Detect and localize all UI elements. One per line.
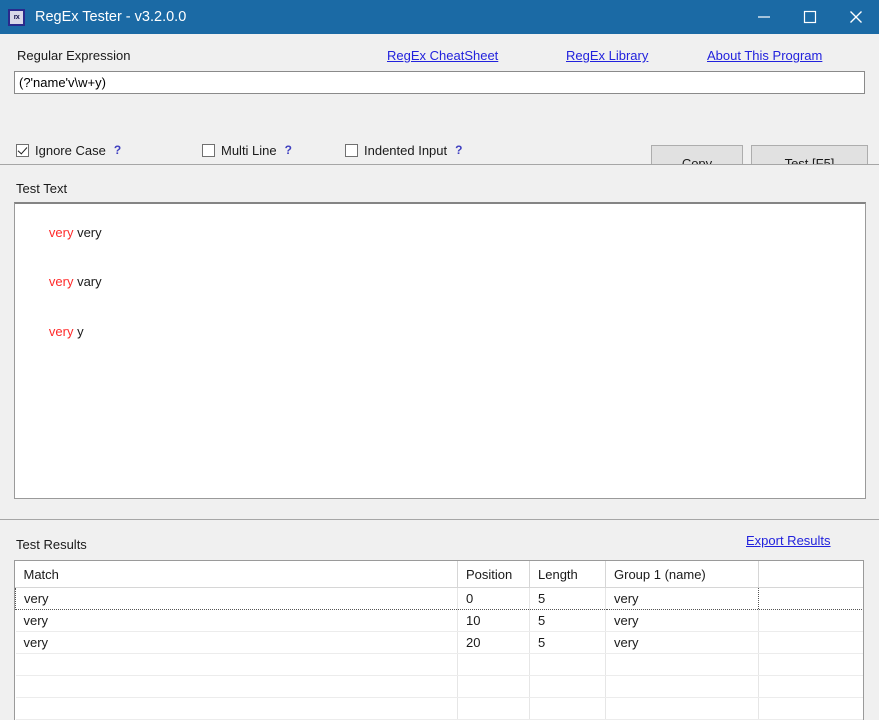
- checkbox-indented-input[interactable]: [345, 143, 358, 157]
- column-header-group1[interactable]: Group 1 (name): [605, 561, 759, 588]
- app-icon-text: rx: [13, 13, 20, 21]
- test-text-panel: Test Text very very very vary very y: [0, 164, 879, 516]
- cell-position: 10: [457, 609, 530, 632]
- help-icon-ignore-case[interactable]: ?: [114, 143, 121, 157]
- regular-expression-label: Regular Expression: [17, 48, 131, 63]
- table-row[interactable]: very 20 5 very: [15, 631, 863, 654]
- about-this-program-link[interactable]: About This Program: [707, 48, 822, 63]
- minimize-button[interactable]: [741, 0, 787, 34]
- test-text-line: very y: [20, 307, 860, 357]
- option-multi-line[interactable]: Multi Line ?: [202, 141, 292, 159]
- test-results-panel: Test Results Export Results Match Positi…: [0, 519, 879, 720]
- option-ignore-case[interactable]: Ignore Case ?: [16, 141, 121, 159]
- column-header-position[interactable]: Position: [457, 561, 530, 588]
- regex-app-icon: rx: [8, 8, 25, 26]
- cell-length: 5: [529, 631, 606, 654]
- maximize-button[interactable]: [787, 0, 833, 34]
- column-header-match[interactable]: Match: [15, 561, 458, 588]
- window-controls: [741, 0, 879, 34]
- test-text-rest: y: [73, 323, 84, 339]
- test-text-label: Test Text: [16, 181, 68, 196]
- match-highlight: very: [48, 274, 74, 289]
- cell-position: 0: [457, 587, 530, 610]
- cell-match: very: [15, 609, 458, 632]
- regex-tester-window: rx RegEx Tester - v3.2.0.0 Regular Expre…: [0, 0, 879, 720]
- title-bar: rx RegEx Tester - v3.2.0.0: [0, 0, 879, 34]
- option-ignore-case-label: Ignore Case: [35, 142, 106, 158]
- cell-group1: very: [605, 587, 759, 610]
- option-multi-line-label: Multi Line: [221, 142, 277, 158]
- cell-group1: very: [605, 609, 759, 632]
- test-text-line: very very: [20, 208, 860, 258]
- test-text-rest: vary: [73, 274, 102, 289]
- cell-match: very: [15, 631, 458, 654]
- cell-length: 5: [529, 609, 606, 632]
- help-icon-indented-input[interactable]: ?: [455, 143, 462, 157]
- table-row[interactable]: very 0 5 very: [15, 587, 863, 610]
- cell-blank: [758, 609, 863, 632]
- cell-length: 5: [529, 587, 606, 610]
- cell-blank: [758, 631, 863, 654]
- export-results-link[interactable]: Export Results: [746, 533, 831, 548]
- regex-panel: Regular Expression RegEx CheatSheet RegE…: [0, 34, 879, 185]
- checkbox-ignore-case[interactable]: [16, 143, 29, 157]
- cell-position: 20: [457, 631, 530, 654]
- close-button[interactable]: [833, 0, 879, 34]
- table-row-empty[interactable]: [15, 675, 863, 698]
- option-indented-input-label: Indented Input: [364, 142, 448, 158]
- regex-library-link[interactable]: RegEx Library: [566, 48, 648, 63]
- column-header-length[interactable]: Length: [529, 561, 606, 588]
- checkbox-multi-line[interactable]: [202, 143, 215, 157]
- test-results-label: Test Results: [16, 537, 87, 552]
- test-text-line: very vary: [20, 258, 860, 308]
- cell-match: very: [15, 587, 458, 610]
- test-text-input[interactable]: very very very vary very y: [14, 202, 866, 499]
- cell-group1: very: [605, 631, 759, 654]
- results-header-row: Match Position Length Group 1 (name): [15, 561, 863, 588]
- window-title: RegEx Tester - v3.2.0.0: [35, 9, 187, 25]
- column-header-blank[interactable]: [758, 561, 863, 588]
- test-text-rest: very: [73, 224, 102, 240]
- match-highlight: very: [48, 224, 74, 240]
- cell-blank: [758, 587, 863, 610]
- option-indented-input[interactable]: Indented Input ?: [345, 141, 462, 159]
- regex-input[interactable]: [14, 71, 865, 94]
- table-row-empty[interactable]: [15, 653, 863, 676]
- results-grid[interactable]: Match Position Length Group 1 (name) ver…: [14, 560, 864, 720]
- regex-cheatsheet-link[interactable]: RegEx CheatSheet: [387, 48, 498, 63]
- help-icon-multi-line[interactable]: ?: [285, 143, 292, 157]
- match-highlight: very: [48, 323, 74, 339]
- table-row-empty[interactable]: [15, 697, 863, 720]
- table-row[interactable]: very 10 5 very: [15, 609, 863, 632]
